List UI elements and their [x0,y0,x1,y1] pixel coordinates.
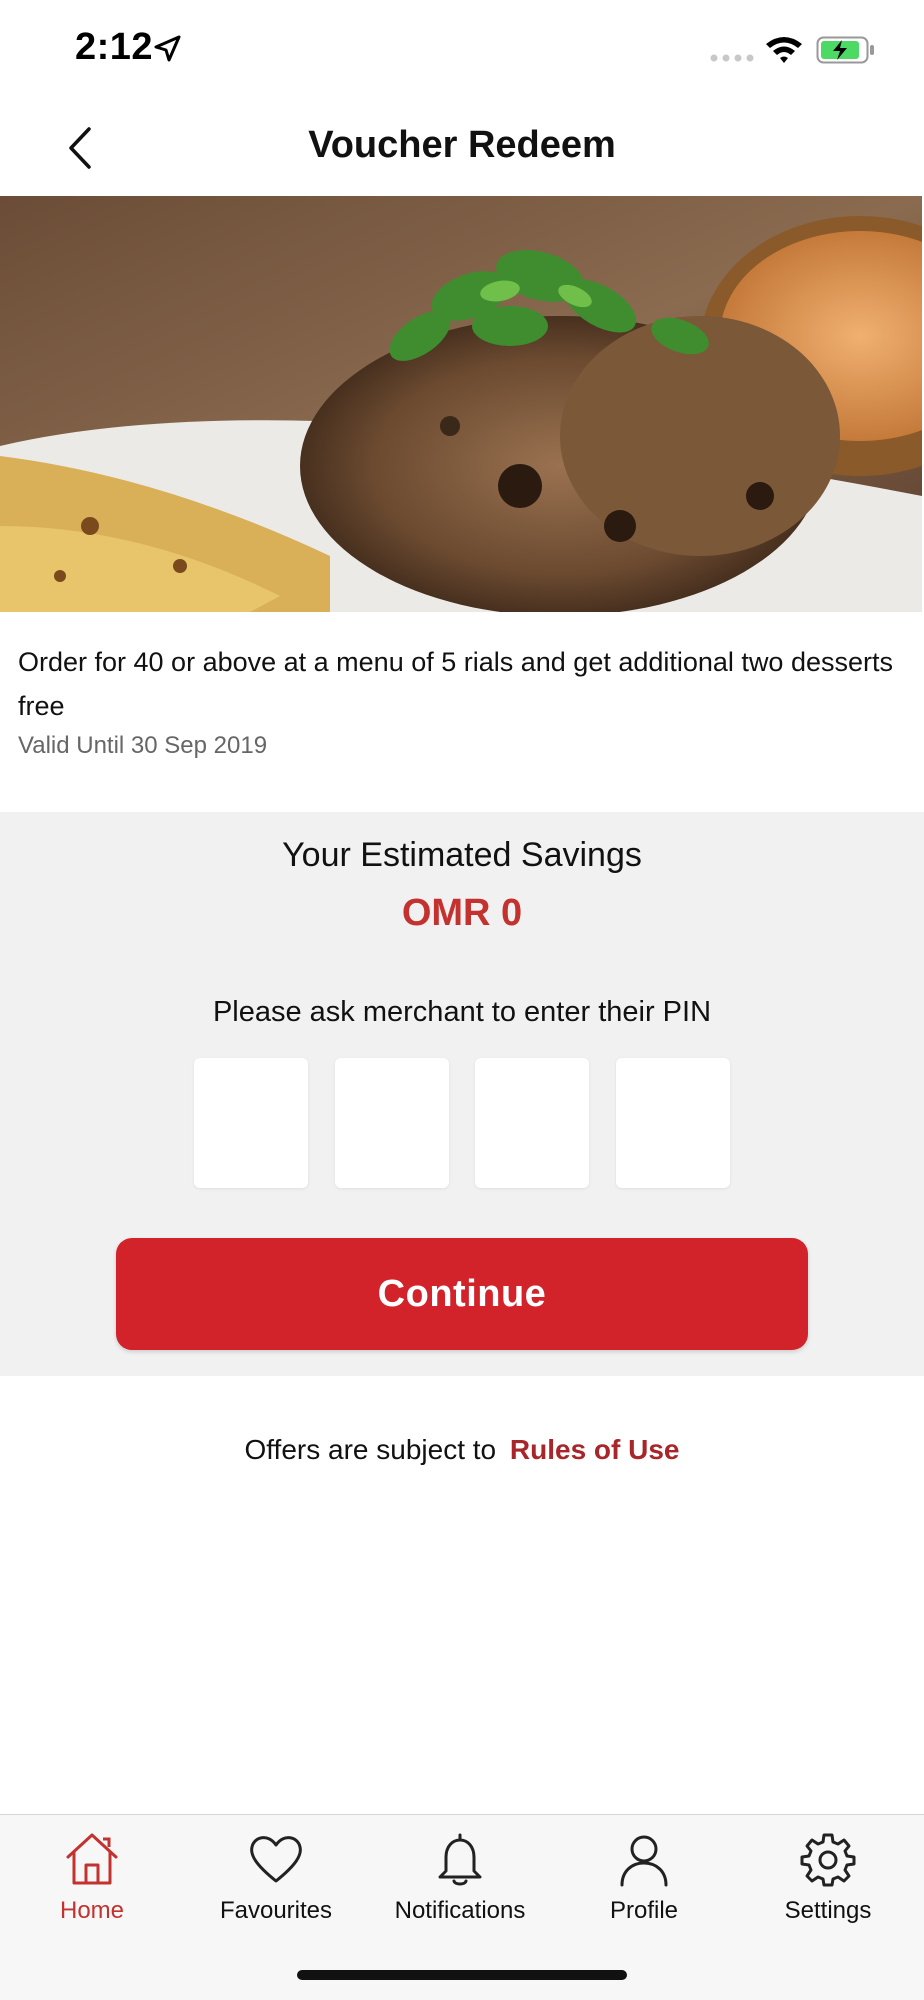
page-title: Voucher Redeem [308,124,616,166]
tab-profile[interactable]: Profile [552,1829,736,1939]
signal-dots-icon [710,54,754,62]
continue-button[interactable]: Continue [116,1238,808,1350]
pin-digit-3[interactable] [475,1058,590,1188]
gear-icon [800,1833,856,1887]
tab-label-settings: Settings [784,1897,872,1924]
wifi-icon [766,37,802,63]
heart-icon [250,1836,302,1883]
offer-hero-image [0,196,922,612]
pin-input-row [194,1058,730,1188]
tab-label-notifications: Notifications [394,1897,526,1924]
offer-description: Order for 40 or above at a menu of 5 ria… [18,647,893,721]
battery-charging-icon [816,36,874,64]
pin-digit-2[interactable] [334,1058,449,1188]
rules-of-use-link[interactable]: Rules of Use [510,1434,680,1465]
tab-label-home: Home [59,1897,125,1924]
offer-details: Order for 40 or above at a menu of 5 ria… [18,640,906,760]
home-icon [66,1833,118,1885]
pin-digit-1[interactable] [194,1058,308,1188]
redeem-panel: Your Estimated Savings OMR 0 Please ask … [0,812,924,1376]
tab-label-favourites: Favourites [219,1897,333,1924]
status-time: 2:12 [75,26,154,68]
offer-valid-until: Valid Until 30 Sep 2019 [18,732,268,759]
savings-label: Your Estimated Savings [282,836,642,874]
savings-value: OMR 0 [401,892,523,934]
nav-header: Voucher Redeem [0,100,924,196]
tab-label-profile: Profile [609,1897,679,1924]
tab-settings[interactable]: Settings [736,1829,920,1939]
rules-text: Offers are subject to [244,1434,497,1465]
rules-notice: Offers are subject to Rules of Use [0,1434,924,1466]
status-bar: 2:12 [0,0,924,100]
location-arrow-icon [154,35,181,62]
user-icon [620,1835,668,1887]
pin-digit-4[interactable] [615,1058,730,1188]
bell-icon [438,1833,482,1886]
tab-favourites[interactable]: Favourites [184,1829,368,1939]
tab-home[interactable]: Home [0,1829,184,1939]
tab-notifications[interactable]: Notifications [368,1829,552,1939]
pin-prompt: Please ask merchant to enter their PIN [212,996,712,1028]
home-indicator [297,1970,627,1980]
